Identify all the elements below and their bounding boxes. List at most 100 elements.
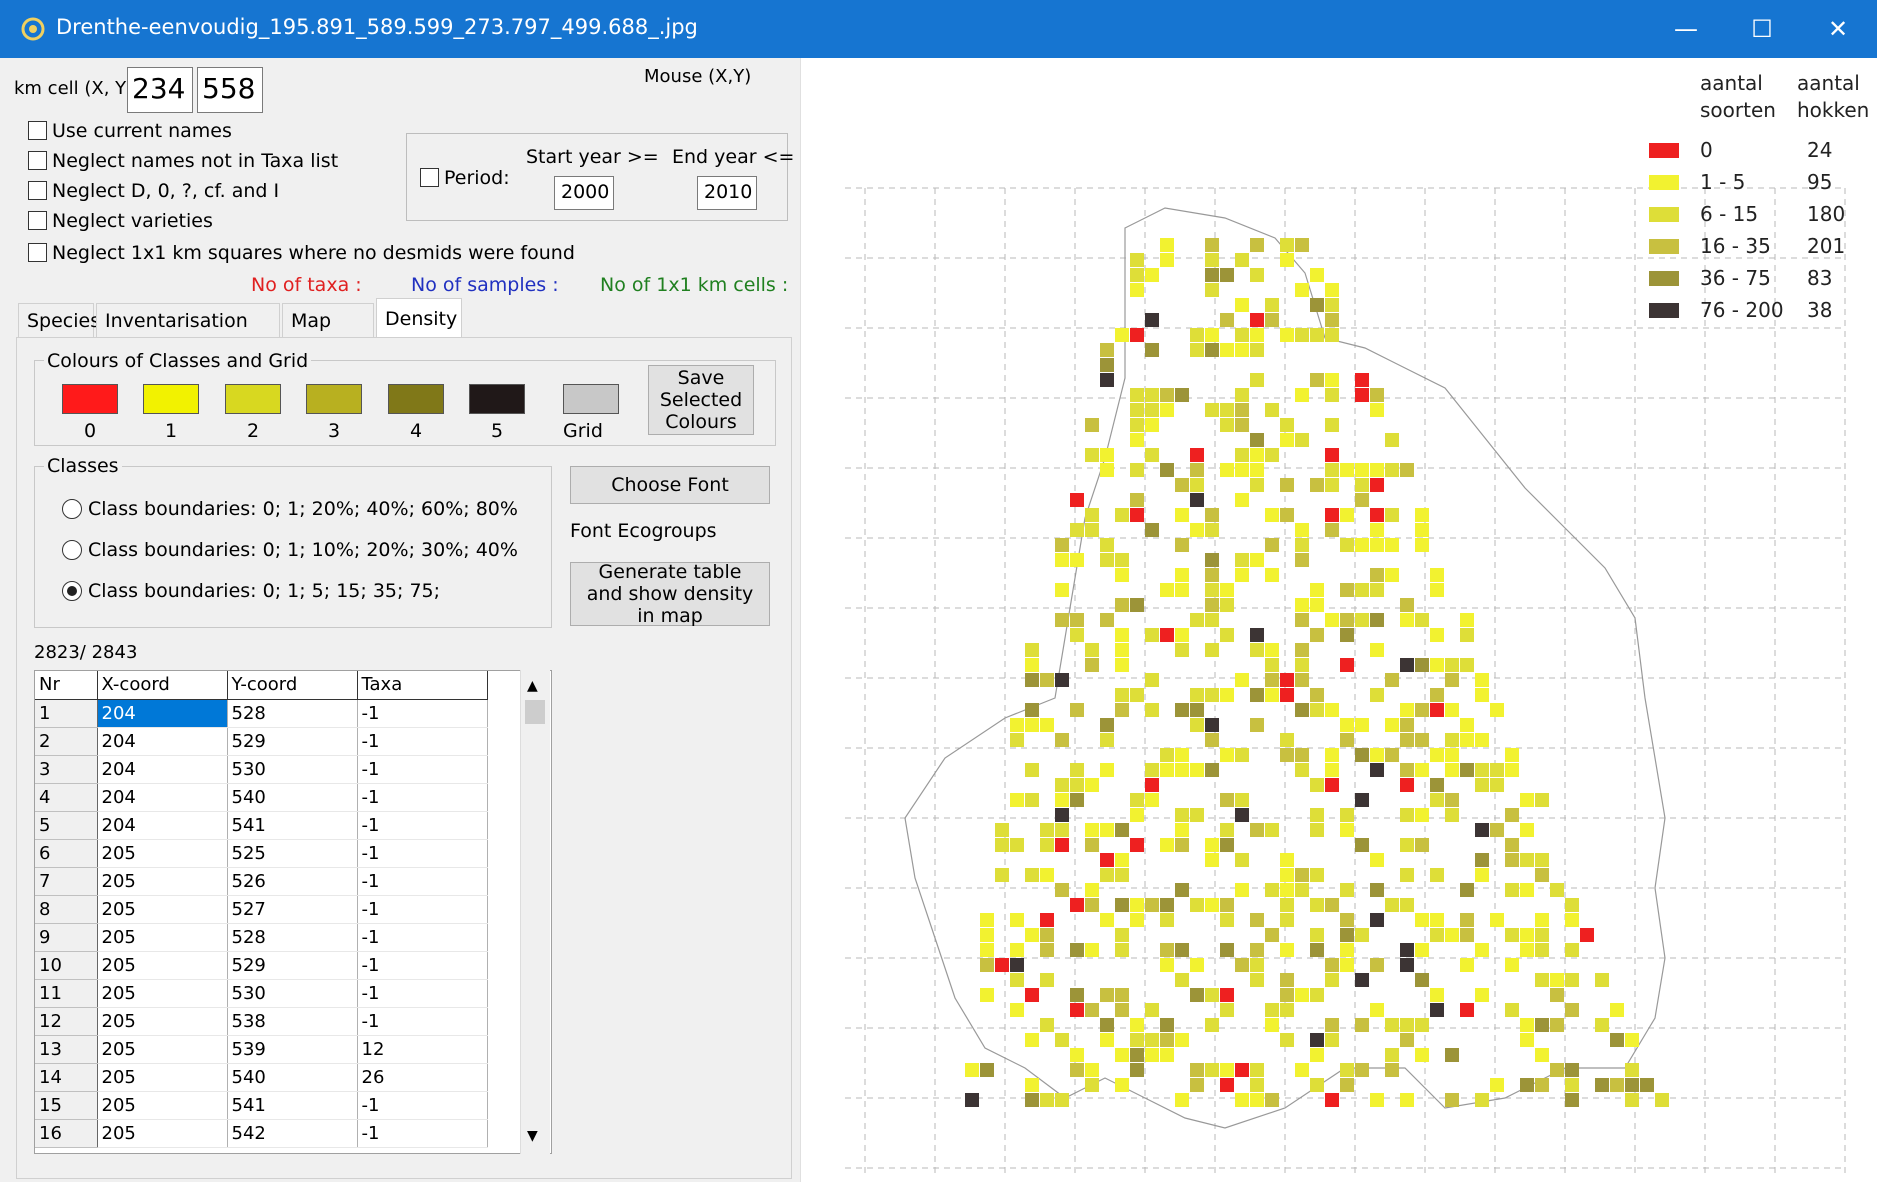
- period-checkbox[interactable]: [420, 168, 439, 187]
- km-x-input[interactable]: 234: [127, 67, 193, 113]
- colour-swatch-4[interactable]: [388, 384, 444, 414]
- colour-swatch-grid[interactable]: [563, 384, 619, 414]
- table-row[interactable]: 6 205 525 -1: [35, 839, 488, 868]
- table-cell[interactable]: 204: [97, 783, 228, 812]
- table-cell[interactable]: 528: [227, 699, 358, 728]
- table-cell[interactable]: 205: [97, 1035, 228, 1064]
- table-cell[interactable]: -1: [357, 867, 488, 896]
- table-cell[interactable]: -1: [357, 1091, 488, 1120]
- table-cell[interactable]: 205: [97, 1119, 228, 1148]
- column-header-x-coord[interactable]: X-coord: [97, 671, 228, 700]
- table-cell[interactable]: 4: [35, 783, 98, 812]
- table-cell[interactable]: -1: [357, 979, 488, 1008]
- table-cell[interactable]: 5: [35, 811, 98, 840]
- density-table[interactable]: Nr X-coord Y-coord Taxa 1 204 528 -1 2 204 529 -1 3…: [34, 670, 552, 1154]
- tab-species[interactable]: Species: [18, 303, 100, 337]
- use-current-names-checkbox[interactable]: [28, 121, 47, 140]
- table-cell[interactable]: 3: [35, 755, 98, 784]
- table-row[interactable]: 10 205 529 -1: [35, 951, 488, 980]
- colour-swatch-1[interactable]: [143, 384, 199, 414]
- table-cell[interactable]: 8: [35, 895, 98, 924]
- table-cell[interactable]: 9: [35, 923, 98, 952]
- table-row[interactable]: 9 205 528 -1: [35, 923, 488, 952]
- table-cell[interactable]: 204: [97, 755, 228, 784]
- table-cell[interactable]: 205: [97, 839, 228, 868]
- column-header-y-coord[interactable]: Y-coord: [227, 671, 358, 700]
- table-cell[interactable]: 205: [97, 1063, 228, 1092]
- table-row[interactable]: 2 204 529 -1: [35, 727, 488, 756]
- table-cell[interactable]: 12: [357, 1035, 488, 1064]
- table-cell[interactable]: -1: [357, 1119, 488, 1148]
- table-cell[interactable]: -1: [357, 1007, 488, 1036]
- colour-swatch-5[interactable]: [469, 384, 525, 414]
- table-cell[interactable]: 528: [227, 923, 358, 952]
- colour-swatch-0[interactable]: [62, 384, 118, 414]
- table-row[interactable]: 4 204 540 -1: [35, 783, 488, 812]
- table-cell[interactable]: 205: [97, 1091, 228, 1120]
- table-cell[interactable]: 205: [97, 1007, 228, 1036]
- class-option-absolute[interactable]: [62, 581, 82, 601]
- table-cell[interactable]: 10: [35, 951, 98, 980]
- colour-swatch-3[interactable]: [306, 384, 362, 414]
- neglect-varieties-checkbox[interactable]: [28, 211, 47, 230]
- scroll-thumb[interactable]: [525, 700, 545, 724]
- table-cell[interactable]: 205: [97, 923, 228, 952]
- table-cell[interactable]: 529: [227, 727, 358, 756]
- close-button[interactable]: ✕: [1818, 10, 1858, 48]
- table-cell[interactable]: -1: [357, 727, 488, 756]
- table-row[interactable]: 3 204 530 -1: [35, 755, 488, 784]
- table-cell[interactable]: 542: [227, 1119, 358, 1148]
- scroll-down-icon[interactable]: ▼: [527, 1128, 538, 1144]
- colour-swatch-2[interactable]: [225, 384, 281, 414]
- table-cell[interactable]: -1: [357, 811, 488, 840]
- save-colours-button[interactable]: Save Selected Colours: [648, 365, 754, 435]
- maximize-button[interactable]: ☐: [1742, 10, 1782, 48]
- table-cell[interactable]: 6: [35, 839, 98, 868]
- end-year-input[interactable]: 2010: [697, 176, 757, 210]
- table-cell[interactable]: 205: [97, 979, 228, 1008]
- table-cell[interactable]: 540: [227, 1063, 358, 1092]
- table-cell[interactable]: 527: [227, 895, 358, 924]
- table-cell[interactable]: 12: [35, 1007, 98, 1036]
- table-row[interactable]: 1 204 528 -1: [35, 699, 488, 728]
- table-cell[interactable]: 539: [227, 1035, 358, 1064]
- column-header-nr[interactable]: Nr: [35, 671, 98, 700]
- table-cell[interactable]: -1: [357, 699, 488, 728]
- table-cell[interactable]: -1: [357, 755, 488, 784]
- tab-density[interactable]: Density: [376, 298, 462, 338]
- table-cell[interactable]: -1: [357, 783, 488, 812]
- table-cell[interactable]: 538: [227, 1007, 358, 1036]
- table-scrollbar[interactable]: ▲ ▼: [520, 670, 550, 1154]
- table-row[interactable]: 14 205 540 26: [35, 1063, 488, 1092]
- table-cell[interactable]: 205: [97, 895, 228, 924]
- table-cell[interactable]: 204: [97, 811, 228, 840]
- table-cell[interactable]: 204: [97, 727, 228, 756]
- table-cell[interactable]: -1: [357, 923, 488, 952]
- table-row[interactable]: 12 205 538 -1: [35, 1007, 488, 1036]
- table-cell[interactable]: 541: [227, 811, 358, 840]
- table-cell[interactable]: -1: [357, 839, 488, 868]
- minimize-button[interactable]: —: [1666, 10, 1706, 48]
- table-cell[interactable]: 529: [227, 951, 358, 980]
- table-cell[interactable]: 526: [227, 867, 358, 896]
- table-row[interactable]: 16 205 542 -1: [35, 1119, 488, 1148]
- neglect-d-checkbox[interactable]: [28, 181, 47, 200]
- column-header-taxa[interactable]: Taxa: [357, 671, 488, 700]
- class-option-percent-10[interactable]: [62, 540, 82, 560]
- table-cell[interactable]: 540: [227, 783, 358, 812]
- neglect-names-checkbox[interactable]: [28, 151, 47, 170]
- start-year-input[interactable]: 2000: [554, 176, 614, 210]
- choose-font-button[interactable]: Choose Font: [570, 466, 770, 504]
- table-row[interactable]: 5 204 541 -1: [35, 811, 488, 840]
- scroll-up-icon[interactable]: ▲: [527, 678, 538, 694]
- table-row[interactable]: 13 205 539 12: [35, 1035, 488, 1064]
- table-row[interactable]: 11 205 530 -1: [35, 979, 488, 1008]
- table-cell[interactable]: 1: [35, 699, 98, 728]
- tab-inventarisation-info[interactable]: Inventarisation Info: [96, 303, 280, 366]
- table-cell[interactable]: 26: [357, 1063, 488, 1092]
- tab-map-data[interactable]: Map data: [282, 303, 374, 366]
- class-option-percent-20[interactable]: [62, 499, 82, 519]
- neglect-squares-checkbox[interactable]: [28, 243, 47, 262]
- table-row[interactable]: 15 205 541 -1: [35, 1091, 488, 1120]
- table-cell[interactable]: 204: [97, 699, 228, 728]
